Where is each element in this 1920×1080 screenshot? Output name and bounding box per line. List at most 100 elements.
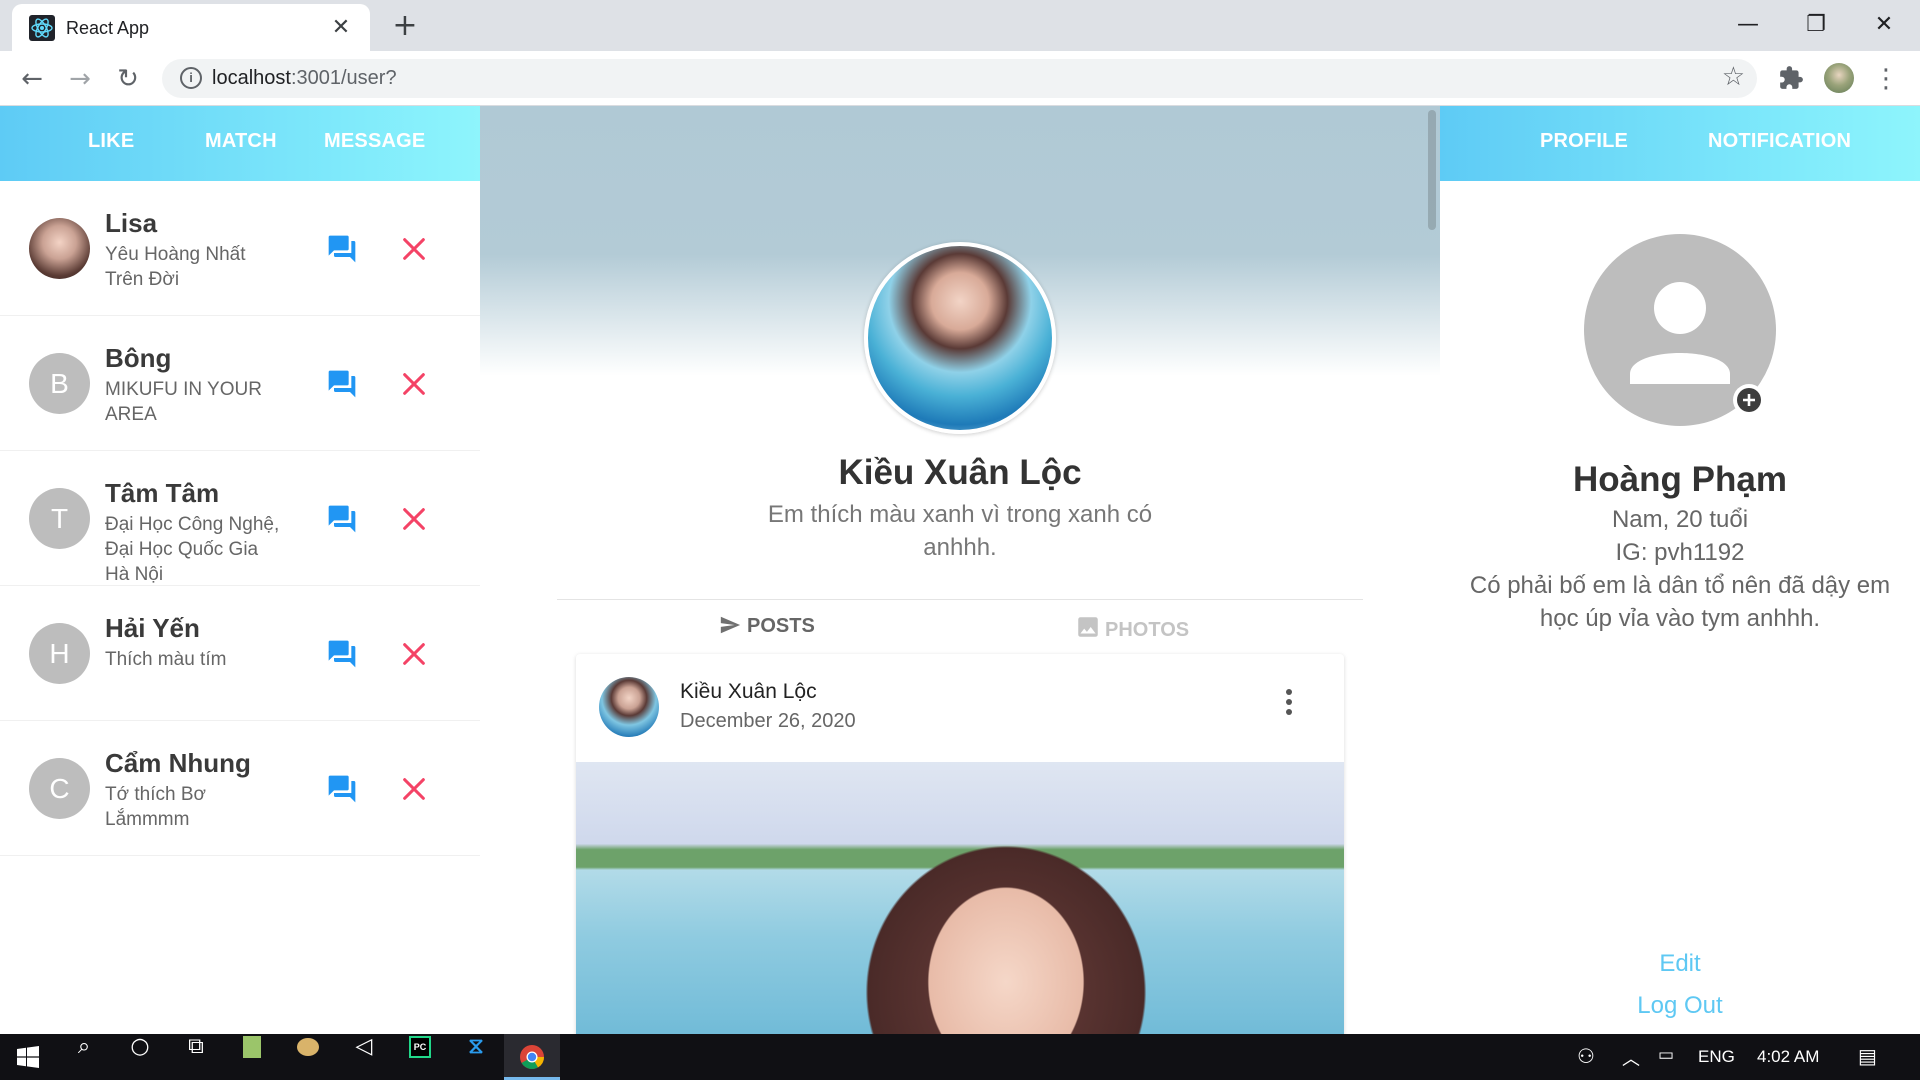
match-name: Lisa [105, 208, 158, 238]
match-avatar[interactable]: T [29, 488, 90, 549]
match-name: Cẩm Nhung [105, 748, 251, 778]
scrollbar-thumb[interactable] [1428, 110, 1436, 230]
notepad-app-icon[interactable] [224, 1034, 280, 1080]
match-last-message: Thích màu tím [105, 649, 227, 670]
my-instagram: IG: pvh1192 [1615, 539, 1745, 566]
site-info-icon[interactable]: i [180, 67, 202, 89]
match-item[interactable]: T Tâm Tâm Đại Học Công Nghệ, Đại Học Quốc … [0, 451, 480, 586]
profile-bio: Em thích màu xanh vì trong xanh có anhhh… [767, 501, 1153, 561]
back-icon[interactable]: ← [16, 63, 48, 95]
nav-profile[interactable]: PROFILE [1540, 130, 1628, 153]
post-image [576, 762, 1344, 1034]
app-root: LIKE MATCH MESSAGE Lisa Yêu Hoàng Nhất Tr… [0, 106, 1920, 1034]
edit-link[interactable]: Edit [1440, 950, 1920, 978]
menu-kebab-icon[interactable]: ⋮ [1870, 63, 1902, 95]
paint-app-icon[interactable] [280, 1034, 336, 1080]
bookmark-star-icon[interactable]: ☆ [1722, 62, 1745, 92]
address-bar[interactable]: i localhost:3001/user? ☆ [162, 59, 1757, 98]
tab-photos[interactable]: PHOTOS [1075, 614, 1189, 642]
left-navbar: LIKE MATCH MESSAGE [0, 106, 480, 181]
forward-icon[interactable]: → [64, 63, 96, 95]
extensions-icon[interactable] [1778, 65, 1804, 91]
battery-icon[interactable]: ▭ [1658, 1045, 1674, 1065]
chrome-logo-icon [520, 1045, 544, 1070]
browser-tab[interactable]: React App ✕ [12, 4, 370, 51]
vscode-app-icon[interactable]: ⧖ [448, 1034, 504, 1080]
chat-icon[interactable] [326, 638, 358, 670]
match-item[interactable]: C Cẩm Nhung Tớ thích Bơ Lắmmmm [0, 721, 480, 856]
pycharm-app-icon[interactable]: PC [392, 1034, 448, 1080]
center-panel: Kiều Xuân Lộc Em thích màu xanh vì trong… [480, 106, 1440, 1034]
left-panel: LIKE MATCH MESSAGE Lisa Yêu Hoàng Nhất Tr… [0, 106, 480, 1034]
add-photo-icon[interactable] [1733, 384, 1765, 416]
react-logo-icon [29, 15, 55, 41]
logout-link[interactable]: Log Out [1440, 992, 1920, 1020]
tab-posts[interactable]: POSTS [717, 614, 815, 638]
tab-title: React App [66, 18, 150, 38]
url-path: :3001/user? [290, 67, 397, 89]
match-last-message: Tớ thích Bơ Lắmmmm [105, 784, 206, 830]
chat-icon[interactable] [326, 233, 358, 265]
my-name: Hoàng Phạm [1573, 460, 1787, 499]
paper-plane-icon [720, 616, 741, 634]
remove-match-icon[interactable] [400, 505, 428, 533]
clock[interactable]: 4:02 AM [1757, 1047, 1819, 1067]
chrome-app-icon[interactable] [504, 1034, 560, 1080]
match-avatar[interactable]: B [29, 353, 90, 414]
reload-icon[interactable]: ↻ [112, 63, 144, 95]
chat-icon[interactable] [326, 368, 358, 400]
my-info: Nam, 20 tuổi [1611, 506, 1749, 533]
match-name: Tâm Tâm [105, 478, 220, 508]
tab-close-icon[interactable]: ✕ [328, 15, 354, 41]
show-hidden-icons[interactable]: ︿ [1622, 1045, 1640, 1071]
my-bio: Có phải bố em là dân tổ nên đã dậy em họ… [1469, 572, 1891, 632]
remove-match-icon[interactable] [400, 235, 428, 263]
match-list: Lisa Yêu Hoàng Nhất Trên Đời B Bông MIKUFU I… [0, 181, 480, 856]
minimize-button[interactable]: — [1720, 8, 1776, 42]
remove-match-icon[interactable] [400, 775, 428, 803]
profile-name: Kiều Xuân Lộc [838, 453, 1082, 492]
search-icon[interactable]: ⌕ [56, 1034, 112, 1080]
close-window-button[interactable]: ✕ [1856, 8, 1912, 42]
language-indicator[interactable]: ENG [1698, 1047, 1735, 1067]
right-navbar: PROFILE NOTIFICATION [1440, 106, 1920, 181]
chat-icon[interactable] [326, 773, 358, 805]
more-options-icon[interactable] [1284, 684, 1294, 720]
match-last-message: MIKUFU IN YOUR AREA [105, 379, 262, 425]
windows-logo-icon [17, 1046, 39, 1068]
url-text: localhost:3001/user? [212, 67, 397, 90]
post-author-avatar[interactable] [599, 677, 659, 737]
right-panel: PROFILE NOTIFICATION Hoàng Phạm Nam, 20 … [1440, 106, 1920, 1034]
nav-notification[interactable]: NOTIFICATION [1708, 130, 1851, 153]
url-host: localhost [212, 67, 291, 89]
nav-message[interactable]: MESSAGE [324, 130, 425, 153]
chat-icon[interactable] [326, 503, 358, 535]
match-item[interactable]: B Bông MIKUFU IN YOUR AREA [0, 316, 480, 451]
new-tab-button[interactable]: + [388, 10, 422, 44]
restore-button[interactable]: ❐ [1788, 8, 1844, 42]
cortana-icon[interactable]: ○ [112, 1034, 168, 1080]
nav-like[interactable]: LIKE [88, 130, 134, 153]
match-item[interactable]: H Hải Yến Thích màu tím [0, 586, 480, 721]
browser-tabstrip: React App ✕ + — ❐ ✕ [0, 0, 1920, 51]
remove-match-icon[interactable] [400, 640, 428, 668]
start-button[interactable] [0, 1034, 56, 1080]
profile-tabs: POSTS PHOTOS [557, 599, 1363, 659]
profile-photo [864, 242, 1056, 434]
match-avatar[interactable]: C [29, 758, 90, 819]
task-view-icon[interactable]: ⧉ [168, 1034, 224, 1080]
match-avatar[interactable] [29, 218, 90, 279]
tab-posts-label: POSTS [747, 615, 815, 637]
user-avatar[interactable] [1824, 63, 1854, 93]
match-avatar[interactable]: H [29, 623, 90, 684]
browser-toolbar: ← → ↻ i localhost:3001/user? ☆ ⋮ [0, 51, 1920, 106]
post-author: Kiều Xuân Lộc [680, 680, 817, 703]
unity-app-icon[interactable]: ◁ [336, 1034, 392, 1080]
remove-match-icon[interactable] [400, 370, 428, 398]
match-name: Hải Yến [105, 613, 200, 643]
people-icon[interactable]: ⚇ [1577, 1044, 1595, 1069]
action-center-icon[interactable]: ▤ [1858, 1044, 1877, 1069]
match-item[interactable]: Lisa Yêu Hoàng Nhất Trên Đời [0, 181, 480, 316]
nav-match[interactable]: MATCH [205, 130, 277, 153]
tab-photos-label: PHOTOS [1105, 619, 1190, 641]
